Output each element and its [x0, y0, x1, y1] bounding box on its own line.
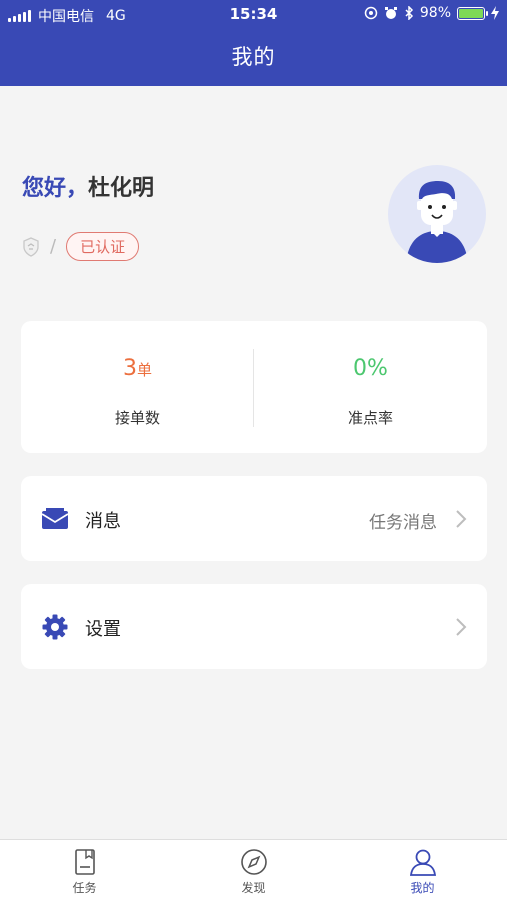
header: 中国电信 4G 15:34 98% 我的 — [0, 0, 507, 86]
settings-label: 设置 — [85, 619, 121, 640]
orders-label: 接单数 — [114, 409, 160, 427]
tab-mine-label: 我的 — [410, 881, 435, 895]
shield-icon — [23, 236, 39, 257]
tab-tasks-label: 任务 — [72, 881, 97, 895]
messages-row[interactable]: 消息 任务消息 — [21, 476, 487, 561]
greeting: 您好，杜化明 — [22, 170, 154, 202]
location-lock-icon — [364, 6, 378, 20]
punctuality-stat[interactable]: 0% 准点率 — [254, 321, 487, 453]
settings-row[interactable]: 设置 — [21, 584, 487, 669]
chevron-right-icon — [456, 510, 467, 528]
punctuality-label: 准点率 — [347, 409, 393, 427]
messages-detail: 任务消息 — [369, 513, 437, 533]
chevron-right-icon — [456, 618, 467, 636]
page-title: 我的 — [231, 45, 276, 69]
tab-bar: 任务 发现 我的 — [0, 839, 507, 900]
orders-stat[interactable]: 3单 接单数 — [21, 321, 254, 453]
tab-discover[interactable]: 发现 — [169, 840, 338, 900]
badge-row: / 已认证 — [22, 232, 140, 261]
tab-tasks[interactable]: 任务 — [0, 840, 169, 900]
status-bar: 中国电信 4G 15:34 98% — [0, 0, 507, 28]
gear-icon — [42, 614, 68, 640]
separator: / — [50, 236, 57, 257]
avatar-illustration — [406, 181, 468, 263]
tab-mine[interactable]: 我的 — [338, 840, 507, 900]
compass-icon — [241, 849, 267, 875]
messages-label: 消息 — [85, 511, 121, 532]
mail-icon — [41, 508, 69, 529]
bluetooth-icon — [405, 6, 413, 20]
verified-badge: 已认证 — [66, 232, 140, 261]
orders-unit: 单 — [136, 361, 152, 379]
punctuality-value: 0% — [353, 356, 388, 381]
avatar[interactable] — [388, 165, 486, 263]
task-icon — [75, 849, 95, 875]
tab-discover-label: 发现 — [241, 881, 266, 895]
battery-icon — [457, 6, 488, 20]
charging-icon — [491, 6, 499, 20]
orders-value-wrap: 3单 — [21, 356, 254, 381]
battery-percent: 98% — [419, 5, 451, 21]
orders-value: 3 — [122, 356, 137, 381]
alarm-icon — [384, 7, 397, 19]
person-icon — [409, 849, 437, 876]
user-name: 杜化明 — [88, 176, 155, 201]
greeting-text: 您好， — [22, 176, 89, 201]
stats-card: 3单 接单数 0% 准点率 — [21, 321, 487, 453]
